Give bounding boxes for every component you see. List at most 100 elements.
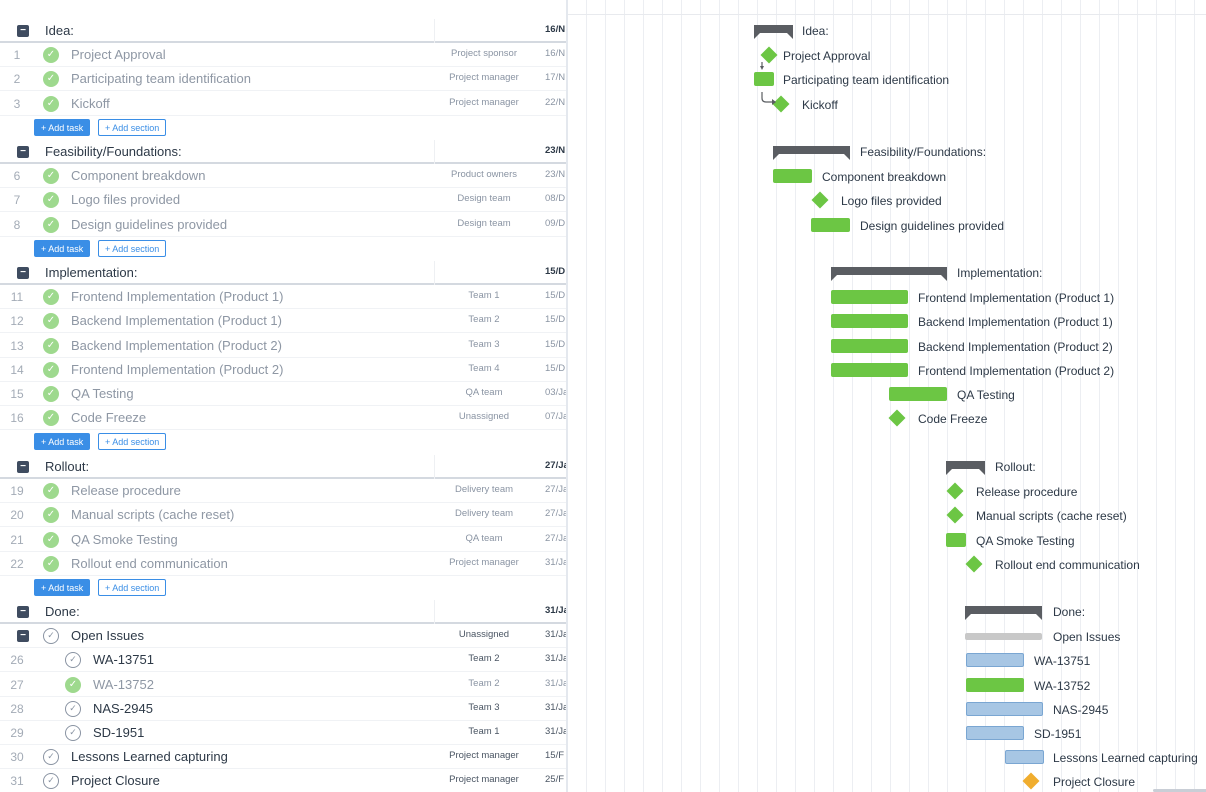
task-group-row[interactable]: − ✓ Open Issues Unassigned 31/Ja <box>0 624 567 648</box>
task-assignee[interactable]: Team 2 <box>434 653 534 664</box>
task-name[interactable]: Frontend Implementation (Product 2) <box>71 362 283 377</box>
add-section-button[interactable]: + Add section <box>98 119 167 136</box>
task-row[interactable]: 27 ✓ WA-13752 Team 2 31/Ja <box>0 673 567 697</box>
task-status-check-icon[interactable]: ✓ <box>43 47 59 63</box>
task-assignee[interactable]: Team 1 <box>434 726 534 737</box>
section-name[interactable]: Idea: <box>45 23 74 38</box>
task-start-date[interactable]: 15/F <box>545 750 564 761</box>
collapse-section-icon[interactable]: − <box>17 461 29 473</box>
section-summary-bar[interactable] <box>946 461 985 475</box>
add-task-button[interactable]: + Add task <box>34 240 91 257</box>
collapse-section-icon[interactable]: − <box>17 267 29 279</box>
task-start-date[interactable]: 23/N <box>545 169 565 180</box>
task-name[interactable]: Logo files provided <box>71 192 180 207</box>
task-row[interactable]: 29 ✓ SD-1951 Team 1 31/Ja <box>0 721 567 745</box>
task-name[interactable]: NAS-2945 <box>93 701 153 716</box>
task-assignee[interactable]: QA team <box>434 533 534 544</box>
task-start-date[interactable]: 27/Ja <box>545 484 567 495</box>
section-summary-bar[interactable] <box>831 267 947 281</box>
task-bar[interactable] <box>831 314 908 328</box>
task-row[interactable]: 2 ✓ Participating team identification Proje… <box>0 67 567 91</box>
task-assignee[interactable]: Design team <box>434 193 534 204</box>
task-row[interactable]: 6 ✓ Component breakdown Product owners 23/N <box>0 164 567 188</box>
task-assignee[interactable]: Project manager <box>434 97 534 108</box>
task-bar[interactable] <box>946 533 966 547</box>
task-status-check-icon[interactable]: ✓ <box>43 532 59 548</box>
task-bar[interactable] <box>831 363 908 377</box>
section-header[interactable]: − Implementation: 15/D <box>0 261 567 285</box>
task-start-date[interactable]: 08/D <box>545 193 565 204</box>
task-bar[interactable] <box>831 290 908 304</box>
task-name[interactable]: Open Issues <box>71 628 144 643</box>
task-bar[interactable] <box>1005 750 1044 764</box>
task-start-date[interactable]: 16/N <box>545 48 565 59</box>
task-assignee[interactable]: Product owners <box>434 169 534 180</box>
task-row[interactable]: 1 ✓ Project Approval Project sponsor 16/N <box>0 43 567 67</box>
add-section-button[interactable]: + Add section <box>98 579 167 596</box>
task-name[interactable]: SD-1951 <box>93 725 144 740</box>
task-assignee[interactable]: Delivery team <box>434 508 534 519</box>
task-status-check-icon[interactable]: ✓ <box>43 338 59 354</box>
task-name[interactable]: WA-13751 <box>93 652 154 667</box>
task-status-check-icon[interactable]: ✓ <box>65 725 81 741</box>
task-row[interactable]: 31 ✓ Project Closure Project manager 25/F <box>0 769 567 792</box>
task-status-check-icon[interactable]: ✓ <box>65 677 81 693</box>
task-assignee[interactable]: Project manager <box>434 750 534 761</box>
task-status-check-icon[interactable]: ✓ <box>43 362 59 378</box>
task-row[interactable]: 13 ✓ Backend Implementation (Product 2) Tea… <box>0 334 567 358</box>
add-task-button[interactable]: + Add task <box>34 579 91 596</box>
task-start-date[interactable]: 31/Ja <box>545 702 567 713</box>
task-name[interactable]: Backend Implementation (Product 2) <box>71 338 282 353</box>
task-status-check-icon[interactable]: ✓ <box>43 192 59 208</box>
task-start-date[interactable]: 17/N <box>545 72 565 83</box>
task-start-date[interactable]: 22/N <box>545 97 565 108</box>
collapse-section-icon[interactable]: − <box>17 606 29 618</box>
task-assignee[interactable]: Project manager <box>434 557 534 568</box>
task-row[interactable]: 11 ✓ Frontend Implementation (Product 1) Te… <box>0 285 567 309</box>
task-assignee[interactable]: Team 3 <box>434 339 534 350</box>
task-name[interactable]: Project Approval <box>71 47 166 62</box>
task-row[interactable]: 19 ✓ Release procedure Delivery team 27/Ja <box>0 479 567 503</box>
section-name[interactable]: Implementation: <box>45 265 138 280</box>
task-name[interactable]: Release procedure <box>71 483 181 498</box>
task-name[interactable]: Lessons Learned capturing <box>71 749 228 764</box>
task-row[interactable]: 12 ✓ Backend Implementation (Product 1) Tea… <box>0 309 567 333</box>
task-row[interactable]: 21 ✓ QA Smoke Testing QA team 27/Ja <box>0 528 567 552</box>
task-status-check-icon[interactable]: ✓ <box>43 749 59 765</box>
task-bar[interactable] <box>811 218 850 232</box>
task-start-date[interactable]: 15/D <box>545 363 565 374</box>
task-status-check-icon[interactable]: ✓ <box>65 701 81 717</box>
task-row[interactable]: 20 ✓ Manual scripts (cache reset) Delivery … <box>0 503 567 527</box>
task-name[interactable]: Project Closure <box>71 773 160 788</box>
task-bar[interactable] <box>889 387 947 401</box>
task-start-date[interactable]: 27/Ja <box>545 533 567 544</box>
task-assignee[interactable]: Unassigned <box>434 411 534 422</box>
task-row[interactable]: 22 ✓ Rollout end communication Project mana… <box>0 552 567 576</box>
task-status-check-icon[interactable]: ✓ <box>65 652 81 668</box>
task-status-check-icon[interactable]: ✓ <box>43 628 59 644</box>
task-bar[interactable] <box>966 678 1024 692</box>
task-row[interactable]: 3 ✓ Kickoff Project manager 22/N <box>0 92 567 116</box>
section-header[interactable]: − Feasibility/Foundations: 23/N <box>0 140 567 164</box>
task-name[interactable]: Kickoff <box>71 96 110 111</box>
group-progress-bar[interactable] <box>965 633 1042 640</box>
task-start-date[interactable]: 31/Ja <box>545 629 567 640</box>
task-row[interactable]: 14 ✓ Frontend Implementation (Product 2) Te… <box>0 358 567 382</box>
task-assignee[interactable]: Team 2 <box>434 678 534 689</box>
task-start-date[interactable]: 25/F <box>545 774 564 785</box>
task-assignee[interactable]: Project manager <box>434 72 534 83</box>
task-assignee[interactable]: Project manager <box>434 774 534 785</box>
task-start-date[interactable]: 03/Ja <box>545 387 567 398</box>
task-assignee[interactable]: Team 2 <box>434 314 534 325</box>
task-status-check-icon[interactable]: ✓ <box>43 168 59 184</box>
section-header[interactable]: − Idea: 16/N <box>0 19 567 43</box>
task-status-check-icon[interactable]: ✓ <box>43 483 59 499</box>
section-header[interactable]: − Rollout: 27/Ja <box>0 455 567 479</box>
task-name[interactable]: Backend Implementation (Product 1) <box>71 313 282 328</box>
task-assignee[interactable]: Team 3 <box>434 702 534 713</box>
task-start-date[interactable]: 31/Ja <box>545 653 567 664</box>
task-row[interactable]: 8 ✓ Design guidelines provided Design team 0… <box>0 213 567 237</box>
section-name[interactable]: Feasibility/Foundations: <box>45 144 182 159</box>
task-status-check-icon[interactable]: ✓ <box>43 773 59 789</box>
section-name[interactable]: Done: <box>45 604 80 619</box>
